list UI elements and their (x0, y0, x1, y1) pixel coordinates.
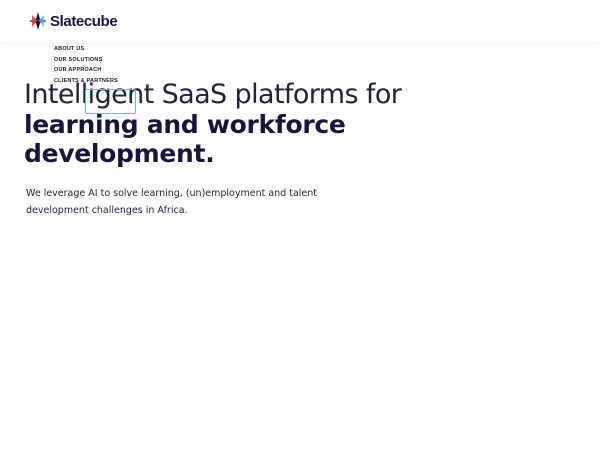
logo-text: Slatecube (50, 12, 118, 30)
subtitle-line-1: We leverage AI to solve learning, (un)em… (26, 188, 318, 199)
nav-item-our-approach[interactable]: OUR APPROACH (54, 65, 118, 76)
nav-item-about-us[interactable]: ABOUT US (54, 44, 118, 55)
page: Slatecube ABOUT US OUR SOLUTIONS OUR APP… (0, 0, 600, 450)
subtitle-line-2: development challenges in Africa. (26, 205, 188, 216)
site-header: Slatecube (0, 0, 600, 42)
contact-button-outline[interactable] (85, 89, 136, 114)
hero-line-2: learning and workforce (24, 110, 346, 139)
hero-line-3: development. (24, 139, 215, 168)
slatecube-star-logo-icon (29, 12, 47, 30)
logo[interactable]: Slatecube (28, 11, 118, 31)
hero-heading: Intelligent SaaS platforms for learning … (24, 79, 424, 169)
hero-subtitle: We leverage AI to solve learning, (un)em… (26, 185, 326, 219)
hero-line-1: Intelligent SaaS platforms for (24, 79, 402, 110)
nav-item-our-solutions[interactable]: OUR SOLUTIONS (54, 55, 118, 66)
